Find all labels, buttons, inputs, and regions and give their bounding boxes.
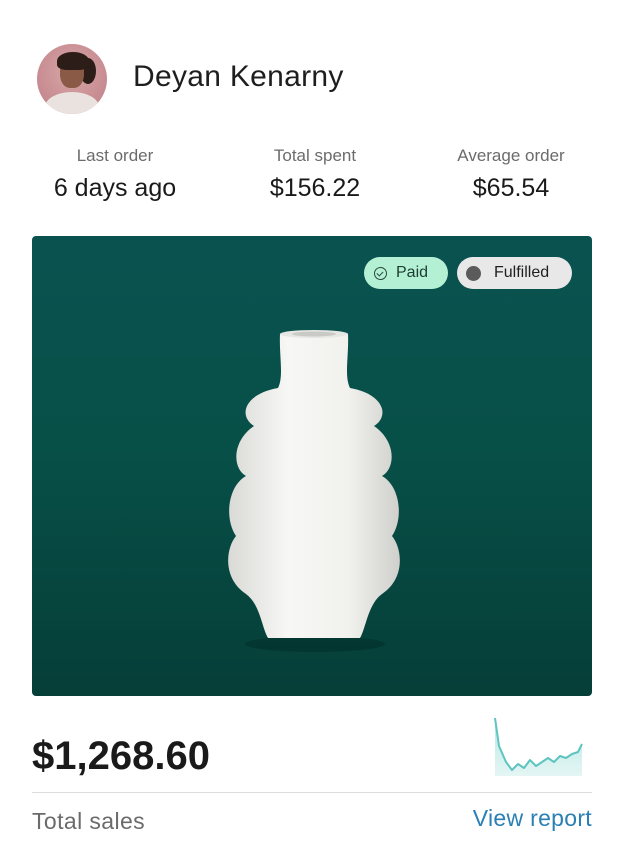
- stat-value: 6 days ago: [53, 174, 177, 202]
- stat-label: Average order: [457, 146, 565, 165]
- product-image-card[interactable]: Paid Fulfilled: [32, 236, 592, 696]
- sales-sparkline: [494, 717, 583, 776]
- stat-value: $156.22: [269, 174, 361, 202]
- stat-total-spent: Total spent $156.22: [240, 146, 390, 203]
- stat-value: $65.54: [472, 174, 550, 202]
- customer-name: Deyan Kenarny: [133, 60, 344, 93]
- dot-icon: [466, 266, 481, 281]
- stat-label: Last order: [76, 146, 154, 165]
- fulfilled-badge: Fulfilled: [457, 257, 572, 289]
- stat-last-order: Last order 6 days ago: [40, 146, 190, 203]
- total-sales-value: $1,268.60: [32, 734, 210, 778]
- customer-stats: Last order 6 days ago Total spent $156.2…: [0, 146, 624, 216]
- divider: [32, 792, 592, 793]
- avatar[interactable]: [37, 44, 107, 114]
- customer-header: Deyan Kenarny: [37, 44, 597, 116]
- view-report-link[interactable]: View report: [473, 805, 592, 832]
- total-sales-label: Total sales: [32, 808, 146, 834]
- vase-image: [228, 330, 400, 652]
- fulfilled-badge-label: Fulfilled: [494, 264, 550, 281]
- paid-badge: Paid: [364, 257, 448, 289]
- stat-average-order: Average order $65.54: [436, 146, 586, 203]
- paid-badge-label: Paid: [396, 264, 429, 281]
- check-circle-icon: [374, 267, 387, 280]
- stat-label: Total spent: [273, 146, 357, 165]
